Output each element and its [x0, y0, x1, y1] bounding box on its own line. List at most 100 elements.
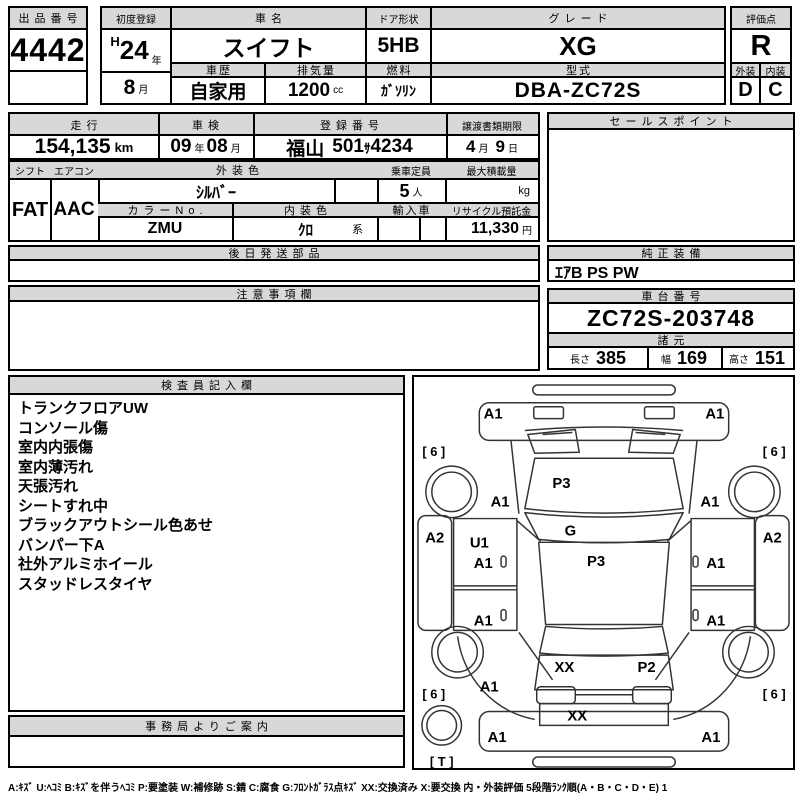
- auction-number-label: 出品番号: [10, 8, 86, 30]
- import-value: [377, 218, 445, 240]
- fuel-value: ｶﾞｿﾘﾝ: [367, 78, 430, 103]
- sales-point-box: セールスポイント: [547, 112, 795, 242]
- inspector-note-line: トランクフロアUW: [18, 399, 399, 419]
- diagram-label: [ 6 ]: [763, 687, 786, 702]
- inspector-notes-list: トランクフロアUWコンソール傷室内内張傷室内薄汚れ天張汚れシートすれ中ブラックア…: [18, 399, 399, 706]
- mileage-label: 走行: [10, 114, 158, 136]
- doors-label: ドア形状: [367, 8, 430, 30]
- top-table: 初度登録 H 24 年 8 月 車名 スイフト 車歴 排気量 自家用 1200 …: [100, 6, 726, 105]
- reg-no-value: 福山 501 ｻ 4234: [253, 136, 446, 158]
- inspector-note-line: コンソール傷: [18, 419, 399, 439]
- chassis-box: 車台番号 ZC72S-203748 諸元 長さ 385 幅 169 高さ 151: [547, 288, 795, 370]
- diagram-label: A1: [491, 495, 510, 511]
- dims-label: 諸元: [549, 332, 793, 348]
- score-label: 評価点: [732, 8, 790, 30]
- capacity-label: 乗車定員: [377, 162, 445, 180]
- diagram-label: [ T ]: [430, 754, 454, 768]
- diagram-label: [ 6 ]: [422, 687, 445, 702]
- fuel-label: 燃料: [367, 62, 430, 78]
- inspector-note-line: バンパー下A: [18, 536, 399, 556]
- doors-value: 5HB: [367, 30, 430, 62]
- office-info-label: 事務局よりご案内: [10, 717, 403, 737]
- first-reg-month: 8 月: [102, 73, 170, 103]
- displacement-value: 1200 cc: [266, 78, 365, 103]
- deadline-label: 譲渡書類期限: [446, 114, 538, 136]
- inspector-note-line: 天張汚れ: [18, 477, 399, 497]
- first-reg-year: H 24 年: [102, 30, 170, 73]
- diagram-label: A1: [488, 730, 507, 746]
- office-info-value: [10, 737, 403, 766]
- score-value: R: [732, 30, 790, 62]
- diagram-labels: A1A1[ 6 ][ 6 ]P3A1A1A2A2U1GA1P3A1A1A1A1[…: [422, 407, 785, 768]
- ext-color-label: 外装色: [98, 162, 377, 180]
- caution-label: 注意事項欄: [10, 287, 538, 302]
- color-no-value: ZMU: [98, 218, 232, 240]
- ext-color-value: ｼﾙﾊﾞｰ: [98, 180, 334, 202]
- recycle-label: リサイクル預託金: [445, 202, 538, 218]
- caution-box: 注意事項欄: [8, 285, 540, 371]
- car-name-value: スイフト: [172, 30, 365, 62]
- diagram-label: A1: [484, 407, 503, 423]
- first-reg-label: 初度登録: [102, 8, 170, 30]
- grade-label: グレード: [432, 8, 724, 30]
- grade-value: XG: [432, 30, 724, 62]
- inspector-note-line: 社外アルミホイール: [18, 555, 399, 575]
- legend-text: A:ｷｽﾞ U:ﾍｺﾐ B:ｷｽﾞを伴うﾍｺﾐ P:要塗装 W:補修跡 S:錆 …: [8, 779, 796, 794]
- inspection-label: 車検: [158, 114, 253, 136]
- diagram-label: A1: [474, 556, 493, 572]
- diagram-label: P3: [587, 554, 605, 570]
- auction-sheet: 出品番号 4442 初度登録 H 24 年 8 月 車名 スイフト 車歴 排気量: [0, 0, 800, 800]
- mileage-value: 154,135 km: [10, 136, 158, 158]
- inspector-notes-label: 検査員記入欄: [10, 377, 403, 395]
- history-label: 車歴: [172, 62, 264, 78]
- diagram-label: A2: [425, 530, 444, 546]
- model-code-value: DBA-ZC72S: [432, 78, 724, 103]
- diagram-label: P3: [552, 476, 570, 492]
- spec-table: シフト エアコン FAT AAC 外装色 乗車定員 最大積載量 ｼﾙﾊﾞｰ 5 …: [8, 160, 540, 242]
- exterior-value: D: [732, 78, 761, 103]
- color-no-label: カラーNo.: [98, 202, 232, 218]
- exterior-label: 外装: [732, 62, 761, 78]
- model-code-label: 型式: [432, 62, 724, 78]
- diagram-label: A1: [700, 495, 719, 511]
- damage-diagram-box: A1A1[ 6 ][ 6 ]P3A1A1A2A2U1GA1P3A1A1A1A1[…: [412, 375, 795, 770]
- inspector-note-line: 室内内張傷: [18, 438, 399, 458]
- ship-later-box: 後日発送部品: [8, 245, 540, 282]
- auction-number-box: 出品番号 4442: [8, 6, 88, 105]
- inspection-value: 09年 08月: [158, 136, 253, 158]
- interior-value: C: [761, 78, 790, 103]
- reg-no-label: 登録番号: [253, 114, 446, 136]
- registration-table: 走行 車検 登録番号 譲渡書類期限 154,135 km 09年 08月 福山 …: [8, 112, 540, 160]
- office-info-box: 事務局よりご案内: [8, 715, 405, 768]
- oem-equipment-value: ｴｱB PS PW: [549, 261, 793, 280]
- shift-label: シフト: [10, 162, 50, 180]
- auction-number-empty-cell: [10, 72, 86, 103]
- aircon-value: AAC: [50, 180, 98, 240]
- chassis-value: ZC72S-203748: [549, 304, 793, 332]
- inspector-note-line: シートすれ中: [18, 497, 399, 517]
- diagram-label: A1: [705, 407, 724, 423]
- divider: [334, 180, 336, 202]
- inspector-note-line: スタッドレスタイヤ: [18, 575, 399, 595]
- capacity-value: 5 人: [377, 180, 445, 202]
- diagram-label: U1: [470, 535, 489, 551]
- interior-label: 内装: [761, 62, 790, 78]
- oem-equipment-box: 純正装備 ｴｱB PS PW: [547, 245, 795, 282]
- diagram-label: [ 6 ]: [763, 444, 786, 459]
- recycle-value: 11,330 円: [445, 218, 538, 240]
- sales-point-label: セールスポイント: [549, 114, 793, 130]
- diagram-label: XX: [555, 660, 575, 676]
- chassis-label: 車台番号: [549, 290, 793, 304]
- int-color-value: ｸﾛ 系: [234, 218, 377, 240]
- deadline-value: 4月 9日: [446, 136, 538, 158]
- auction-number-value: 4442: [10, 30, 86, 72]
- car-top-view-diagram: A1A1[ 6 ][ 6 ]P3A1A1A2A2U1GA1P3A1A1A1A1[…: [414, 377, 793, 768]
- history-value: 自家用: [172, 78, 264, 103]
- diagram-label: A1: [480, 680, 499, 696]
- diagram-label: A1: [701, 730, 720, 746]
- inspector-notes-box: 検査員記入欄 トランクフロアUWコンソール傷室内内張傷室内薄汚れ天張汚れシートす…: [8, 375, 405, 712]
- evaluation-box: 評価点 R 外装 内装 D C: [730, 6, 792, 105]
- dims-height: 高さ 151: [721, 348, 793, 368]
- ship-later-label: 後日発送部品: [10, 247, 538, 261]
- shift-value: FAT: [10, 180, 50, 240]
